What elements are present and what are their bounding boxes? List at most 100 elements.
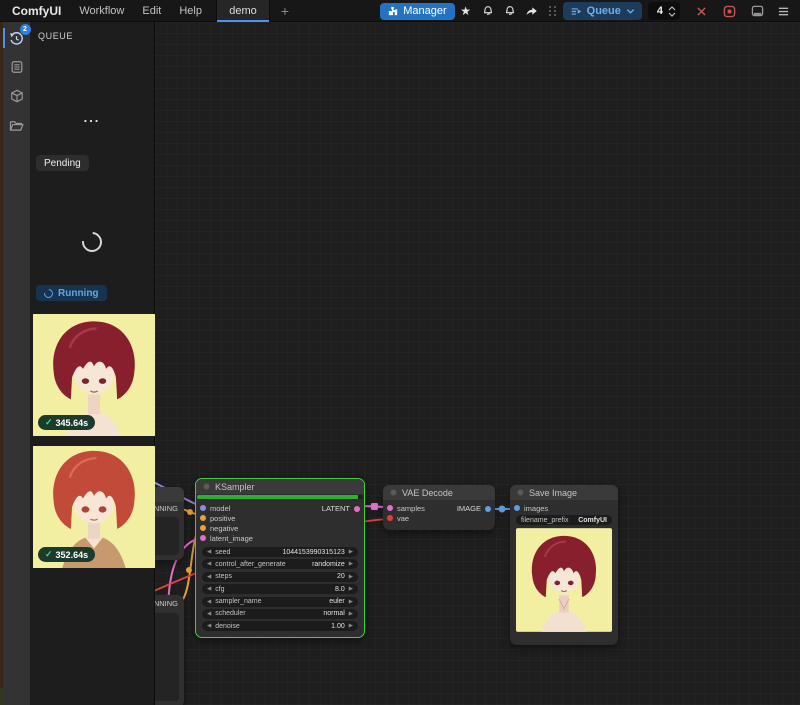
collapse-dot[interactable] — [517, 489, 524, 496]
saved-image-preview[interactable] — [516, 528, 612, 632]
widget-right-arrow-icon[interactable]: ▶ — [349, 549, 353, 555]
running-spinner — [78, 228, 106, 256]
widget-left-arrow-icon[interactable]: ◀ — [207, 586, 211, 592]
widget-right-arrow-icon[interactable]: ▶ — [349, 623, 353, 629]
running-spinner-icon — [42, 287, 55, 300]
widget-left-arrow-icon[interactable]: ◀ — [207, 574, 211, 580]
widget-left-arrow-icon[interactable]: ◀ — [207, 611, 211, 617]
widget-sampler-name[interactable]: ◀sampler_name euler▶ — [202, 597, 358, 607]
clip-text-encode-node-partial-2[interactable]: NNING — [155, 595, 184, 705]
input-label: images — [524, 504, 548, 513]
widget-denoise[interactable]: ◀denoise 1.00▶ — [202, 621, 358, 631]
latent-output[interactable]: LATENT — [322, 504, 360, 513]
widget-right-arrow-icon[interactable]: ▶ — [349, 586, 353, 592]
running-label: Running — [58, 288, 99, 299]
input-negative[interactable]: negative — [196, 523, 364, 533]
output-label: IMAGE — [457, 504, 481, 513]
queue-sidebar-panel: QUEUE ... Pending Running ✓ — [30, 22, 155, 705]
queue-run-button[interactable]: Queue — [563, 2, 642, 20]
bottom-panel-toggle-icon[interactable] — [746, 3, 768, 20]
save-image-node[interactable]: Save Image images filename_prefix ComfyU… — [510, 485, 618, 645]
widget-seed[interactable]: ◀seed 1044153990315123▶ — [202, 547, 358, 557]
image-output-port[interactable] — [485, 506, 491, 512]
latent-image-port[interactable] — [200, 535, 206, 541]
new-workflow-tab-button[interactable]: + — [270, 0, 300, 22]
conditioning-output[interactable]: NNING — [155, 599, 178, 608]
samples-port[interactable] — [387, 505, 393, 511]
widget-right-arrow-icon[interactable]: ▶ — [349, 574, 353, 580]
clear-queue-x-icon[interactable] — [690, 3, 712, 20]
favorites-star-icon[interactable]: ★ — [455, 3, 477, 20]
menu-edit[interactable]: Edit — [142, 5, 161, 17]
widget-filename-prefix[interactable]: filename_prefix ComfyUI — [516, 515, 612, 525]
node-canvas[interactable]: NNING th lor, ed itable NNING KSampler — [155, 22, 800, 705]
sidebar-item-model-library[interactable] — [6, 86, 28, 106]
collapse-dot[interactable] — [203, 483, 210, 490]
widget-left-arrow-icon[interactable]: ◀ — [207, 599, 211, 605]
chevron-down-icon[interactable] — [626, 7, 635, 15]
node-library-icon — [10, 60, 24, 74]
sidebar-item-node-library[interactable] — [6, 57, 28, 77]
stepper-down-icon[interactable] — [668, 12, 676, 17]
workflow-tabstrip: demo + — [216, 0, 300, 22]
menu-help[interactable]: Help — [179, 5, 202, 17]
model-port[interactable] — [200, 505, 206, 511]
widget-left-arrow-icon[interactable]: ◀ — [207, 623, 211, 629]
stop-button-icon[interactable] — [718, 3, 740, 20]
input-images[interactable]: images — [510, 503, 618, 513]
batch-count-stepper[interactable]: 4 — [648, 2, 680, 20]
main-menu-hamburger-icon[interactable] — [772, 3, 794, 20]
queue-result-thumbnail-1[interactable]: ✓ 345.64s — [33, 313, 155, 437]
input-positive[interactable]: positive — [196, 513, 364, 523]
latent-output-port[interactable] — [354, 506, 360, 512]
menu-workflow[interactable]: Workflow — [79, 5, 124, 17]
prompt-line: itable — [155, 539, 176, 546]
tab-demo[interactable]: demo — [216, 0, 270, 22]
collapse-dot[interactable] — [390, 489, 397, 496]
node-header[interactable] — [155, 487, 184, 502]
widget-cfg[interactable]: ◀cfg 8.0▶ — [202, 584, 358, 594]
widget-right-arrow-icon[interactable]: ▶ — [349, 561, 353, 567]
stepper-up-icon[interactable] — [668, 6, 676, 11]
vae-decode-node[interactable]: VAE Decode samples vae IMAGE — [383, 485, 495, 530]
bell-glyph — [504, 5, 516, 17]
conditioning-output[interactable]: NNING — [155, 504, 178, 513]
widget-steps[interactable]: ◀steps 20▶ — [202, 572, 358, 582]
node-header[interactable]: KSampler — [196, 479, 364, 494]
negative-port[interactable] — [200, 525, 206, 531]
widget-control-after-generate[interactable]: ◀control_after_generate randomize▶ — [202, 559, 358, 569]
input-latent-image[interactable]: latent_image — [196, 533, 364, 543]
toolbar-drag-handle[interactable] — [549, 6, 557, 16]
collapsed-pending-items[interactable]: ... — [30, 110, 154, 125]
workflows-folder-icon — [9, 119, 24, 132]
bell-icon-1[interactable] — [477, 3, 499, 20]
share-arrow-icon[interactable] — [521, 3, 543, 20]
sidebar-item-workflows[interactable] — [6, 115, 28, 135]
widget-left-arrow-icon[interactable]: ◀ — [207, 561, 211, 567]
widget-left-arrow-icon[interactable]: ◀ — [207, 549, 211, 555]
prompt-text-widget[interactable]: th lor, ed itable — [155, 517, 179, 555]
ksampler-node[interactable]: KSampler model positive negative — [195, 478, 365, 638]
manager-button[interactable]: Manager — [380, 3, 454, 20]
widget-scheduler[interactable]: ◀scheduler normal▶ — [202, 609, 358, 619]
widget-value: euler — [329, 598, 345, 605]
widget-right-arrow-icon[interactable]: ▶ — [349, 599, 353, 605]
queue-result-thumbnail-2[interactable]: ✓ 352.64s — [33, 445, 155, 569]
node-header[interactable]: VAE Decode — [383, 485, 495, 500]
vae-port[interactable] — [387, 515, 393, 521]
node-header[interactable]: Save Image — [510, 485, 618, 500]
bell-icon-2[interactable] — [499, 3, 521, 20]
widget-right-arrow-icon[interactable]: ▶ — [349, 611, 353, 617]
model-library-cube-icon — [10, 89, 24, 103]
panel-glyph — [751, 5, 764, 17]
queue-count-badge: 2 — [20, 24, 31, 35]
positive-port[interactable] — [200, 515, 206, 521]
bell-glyph — [482, 5, 494, 17]
images-port[interactable] — [514, 505, 520, 511]
image-output[interactable]: IMAGE — [457, 504, 491, 513]
input-label: latent_image — [210, 534, 253, 543]
prompt-text-widget[interactable] — [155, 613, 179, 701]
input-vae[interactable]: vae — [383, 513, 495, 523]
clip-text-encode-node-partial-1[interactable]: NNING th lor, ed itable — [155, 487, 184, 560]
sidebar-item-queue[interactable]: 2 — [6, 28, 28, 48]
